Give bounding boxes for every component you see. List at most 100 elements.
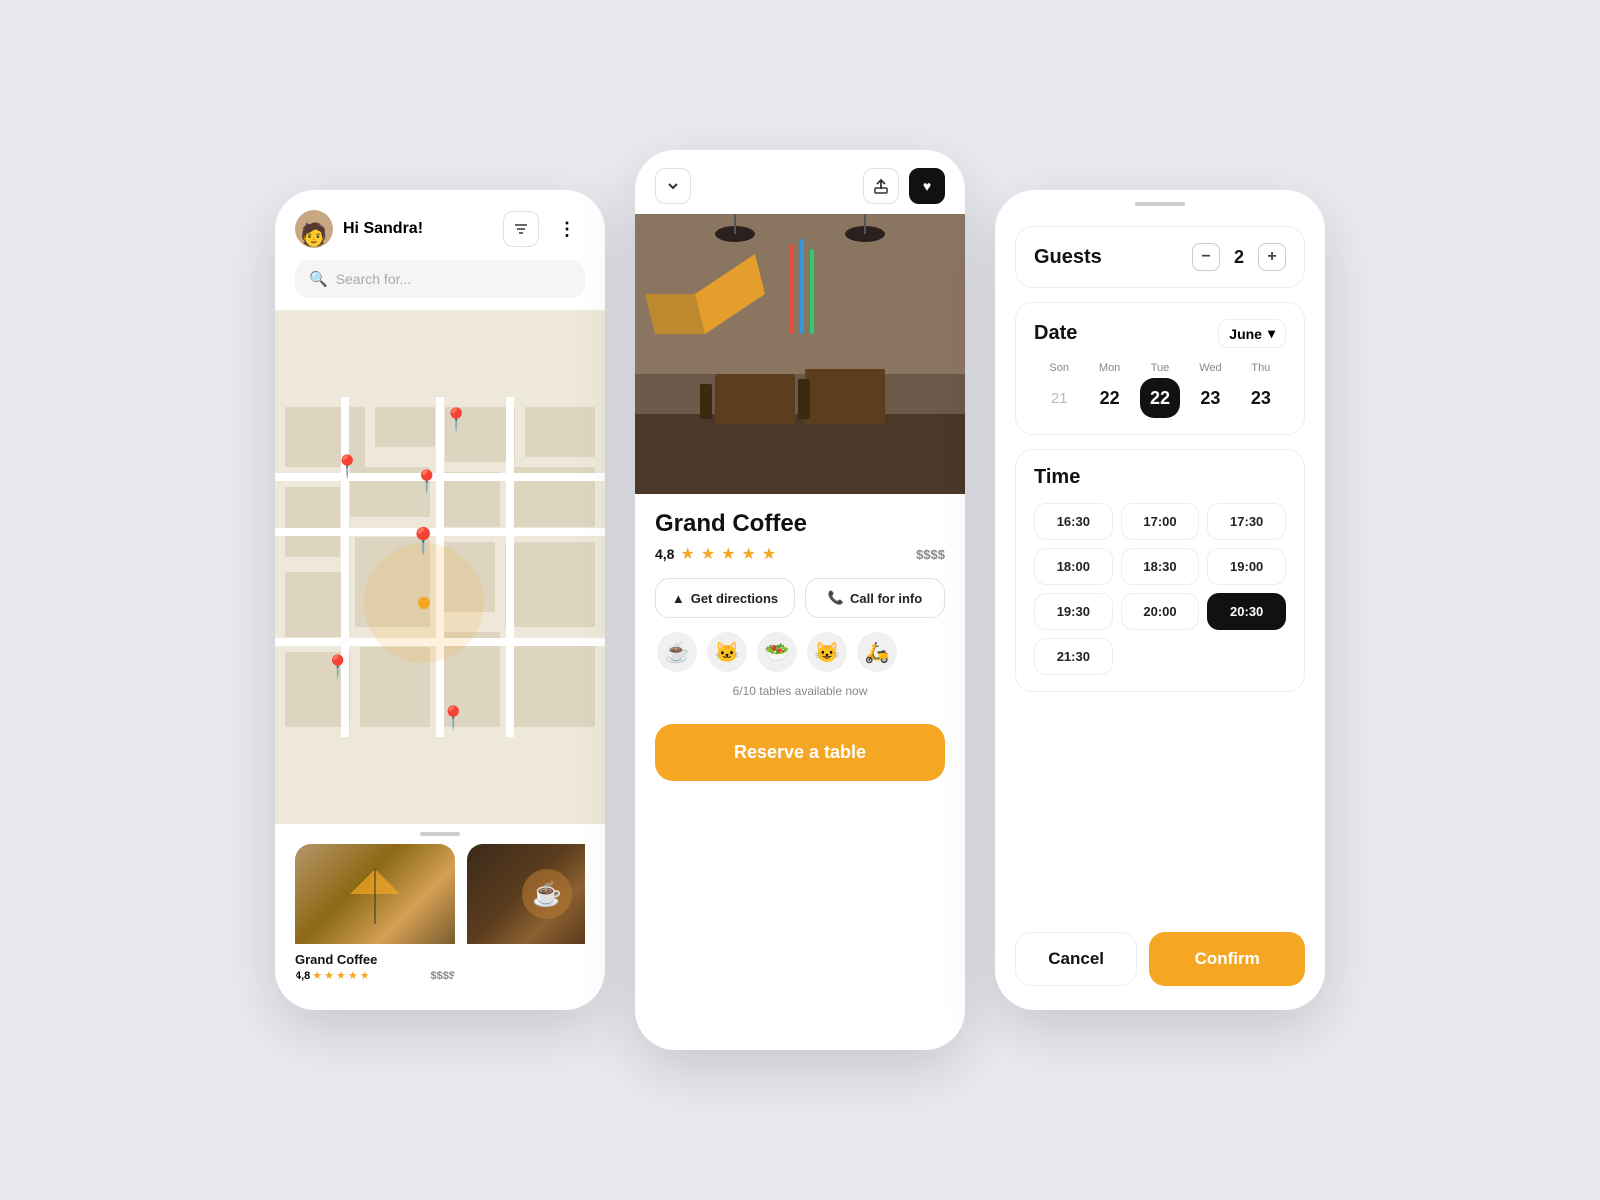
filter-button[interactable] <box>503 211 539 247</box>
selected-pin: 📍 <box>407 526 439 557</box>
cal-day-num-22tue: 22 <box>1140 378 1180 418</box>
time-1800[interactable]: 18:00 <box>1034 548 1113 585</box>
share-icon <box>873 178 889 194</box>
guests-count: 2 <box>1234 247 1244 268</box>
user-emoji-row: ☕ 🐱 🥗 😺 🛵 <box>655 632 945 672</box>
avatar: 🧑 <box>295 210 333 248</box>
pin-3: 📍 <box>413 469 440 495</box>
star-4: ★ <box>348 969 358 982</box>
date-title: Date <box>1034 322 1077 345</box>
share-button[interactable] <box>863 168 899 204</box>
time-1700[interactable]: 17:00 <box>1121 503 1200 540</box>
confirm-button[interactable]: Confirm <box>1149 932 1305 986</box>
restaurant-card-1[interactable]: Grand Coffee 4,8 ★ ★ ★ ★ ★ $$$$ <box>295 844 455 986</box>
chevron-down-icon <box>665 178 681 194</box>
user-greeting-row: 🧑 Hi Sandra! <box>295 210 423 248</box>
cal-day-name-tue: Tue <box>1151 362 1170 374</box>
star-5: ★ <box>360 969 370 982</box>
detail-price: $$$$ <box>916 547 945 562</box>
time-2000[interactable]: 20:00 <box>1121 593 1200 630</box>
time-2130[interactable]: 21:30 <box>1034 638 1113 675</box>
decrease-guests-button[interactable]: − <box>1192 243 1220 271</box>
reserve-content: Guests − 2 + Date June ▾ <box>995 206 1325 916</box>
rating-1: 4,8 <box>295 970 310 982</box>
time-2030[interactable]: 20:30 <box>1207 593 1286 630</box>
guests-section: Guests − 2 + <box>1015 226 1305 288</box>
user-emoji-4: 😺 <box>807 632 847 672</box>
phone-icon: 📞 <box>828 590 844 606</box>
greeting-text: Hi Sandra! <box>343 220 423 238</box>
rating-row: 4,8 ★ ★ ★ ★ ★ <box>655 544 776 564</box>
phone-reserve-screen: Guests − 2 + Date June ▾ <box>995 190 1325 1010</box>
call-for-info-button[interactable]: 📞 Call for info <box>805 578 945 618</box>
cal-day-sun[interactable]: Son 21 <box>1034 362 1084 418</box>
filter-icon <box>513 221 529 237</box>
coffee-latte-image: ☕ <box>467 844 585 944</box>
favorite-button[interactable]: ♥ <box>909 168 945 204</box>
back-button[interactable] <box>655 168 691 204</box>
stars-row-1: 4,8 ★ ★ ★ ★ ★ <box>295 969 370 982</box>
calendar-row: Son 21 Mon 22 Tue 22 Wed 23 <box>1034 362 1286 418</box>
directions-label: Get directions <box>691 591 778 606</box>
scroll-indicator <box>420 832 460 836</box>
detail-star-3: ★ <box>721 544 735 564</box>
map-container: 📍 📍 📍 📍 📍 📍 <box>275 310 605 824</box>
map-bottom-cards: Grand Coffee 4,8 ★ ★ ★ ★ ★ $$$$ <box>275 844 605 1010</box>
restaurant-meta: 4,8 ★ ★ ★ ★ ★ $$$$ <box>655 544 945 564</box>
user-emoji-1: ☕ <box>657 632 697 672</box>
guests-control: − 2 + <box>1192 243 1286 271</box>
cal-day-name-mon: Mon <box>1099 362 1120 374</box>
more-button[interactable]: ⋮ <box>549 211 585 247</box>
time-1930[interactable]: 19:30 <box>1034 593 1113 630</box>
cancel-button[interactable]: Cancel <box>1015 932 1137 986</box>
cal-day-thu[interactable]: Thu 23 <box>1236 362 1286 418</box>
detail-star-5: ★ <box>762 544 776 564</box>
time-1730[interactable]: 17:30 <box>1207 503 1286 540</box>
rating-number: 4,8 <box>655 546 674 562</box>
action-buttons: ▲ Get directions 📞 Call for info <box>655 578 945 618</box>
cal-day-num-23thu: 23 <box>1241 378 1281 418</box>
coffee-interior-image <box>295 844 455 944</box>
cal-day-name-wed: Wed <box>1199 362 1221 374</box>
time-1630[interactable]: 16:30 <box>1034 503 1113 540</box>
header-icons: ⋮ <box>503 211 585 247</box>
guests-title: Guests <box>1034 246 1102 269</box>
detail-action-icons: ♥ <box>863 168 945 204</box>
phone-map-screen: 🧑 Hi Sandra! ⋮ 🔍 Search for... <box>275 190 605 1010</box>
star-1: ★ <box>312 969 322 982</box>
map-area[interactable]: 📍 📍 📍 📍 📍 📍 <box>275 310 605 824</box>
detail-star-4: ★ <box>742 544 756 564</box>
detail-star-2: ★ <box>701 544 715 564</box>
cal-day-name-thu: Thu <box>1251 362 1270 374</box>
latte-circle: ☕ <box>522 869 572 919</box>
user-emoji-3: 🥗 <box>757 632 797 672</box>
user-emoji-2: 🐱 <box>707 632 747 672</box>
month-selector[interactable]: June ▾ <box>1218 319 1286 348</box>
cal-day-wed[interactable]: Wed 23 <box>1185 362 1235 418</box>
time-grid: 16:30 17:00 17:30 18:00 18:30 19:00 19:3… <box>1034 503 1286 675</box>
cal-day-num-22mon: 22 <box>1090 378 1130 418</box>
restaurant-interior-svg <box>635 214 965 494</box>
time-1900[interactable]: 19:00 <box>1207 548 1286 585</box>
detail-top-bar: ♥ <box>635 150 965 214</box>
directions-icon: ▲ <box>672 591 685 606</box>
card-image-1 <box>295 844 455 944</box>
star-2: ★ <box>324 969 334 982</box>
get-directions-button[interactable]: ▲ Get directions <box>655 578 795 618</box>
user-emoji-5: 🛵 <box>857 632 897 672</box>
search-bar[interactable]: 🔍 Search for... <box>295 260 585 298</box>
restaurant-card-2[interactable]: ☕ <box>467 844 585 986</box>
card-meta-1: 4,8 ★ ★ ★ ★ ★ $$$$ <box>295 969 455 982</box>
cal-day-mon[interactable]: Mon 22 <box>1084 362 1134 418</box>
increase-guests-button[interactable]: + <box>1258 243 1286 271</box>
restaurant-name: Grand Coffee <box>655 510 945 538</box>
reserve-table-button[interactable]: Reserve a table <box>655 724 945 781</box>
phone-detail-screen: ♥ <box>635 150 965 1050</box>
heart-icon: ♥ <box>923 178 931 194</box>
time-1830[interactable]: 18:30 <box>1121 548 1200 585</box>
pin-5: 📍 <box>439 705 466 731</box>
guests-header: Guests − 2 + <box>1034 243 1286 271</box>
cal-day-num-23wed: 23 <box>1190 378 1230 418</box>
date-month-row: Date June ▾ <box>1034 319 1286 348</box>
cal-day-tue[interactable]: Tue 22 <box>1135 362 1185 418</box>
